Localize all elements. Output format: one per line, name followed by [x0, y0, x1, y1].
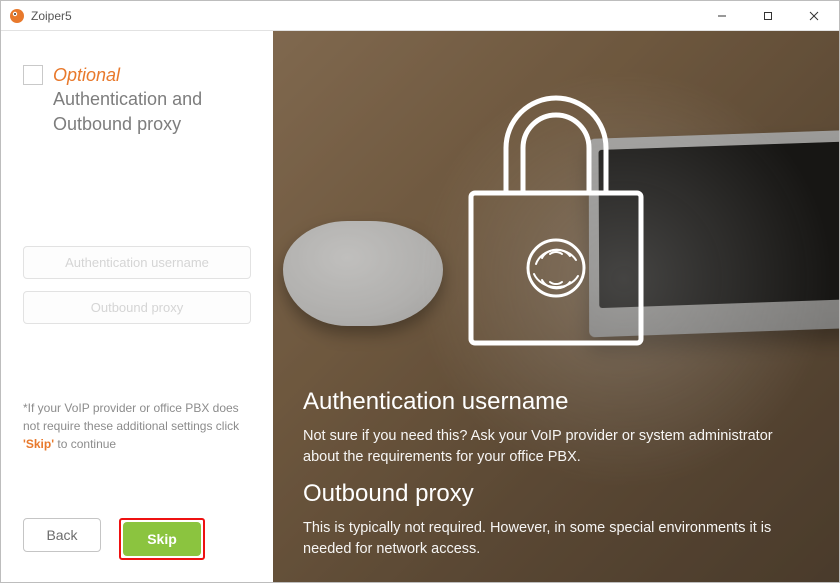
- hint-keyword: 'Skip': [23, 437, 54, 451]
- step-header: Optional Authentication and Outbound pro…: [23, 63, 251, 136]
- outbound-proxy-placeholder: Outbound proxy: [91, 300, 184, 315]
- info-para-proxy: This is typically not required. However,…: [303, 518, 809, 560]
- info-para-auth: Not sure if you need this? Ask your VoIP…: [303, 426, 809, 468]
- app-window: Zoiper5 Optional Authentication and Outb…: [0, 0, 840, 583]
- auth-username-input[interactable]: Authentication username: [23, 246, 251, 279]
- skip-highlight: Skip: [119, 518, 205, 560]
- window-controls: [699, 1, 837, 30]
- outbound-proxy-input[interactable]: Outbound proxy: [23, 291, 251, 324]
- left-panel: Optional Authentication and Outbound pro…: [1, 31, 273, 582]
- hint-text: *If your VoIP provider or office PBX doe…: [23, 399, 251, 453]
- step-title: Optional Authentication and Outbound pro…: [53, 63, 251, 136]
- skip-button[interactable]: Skip: [123, 522, 201, 556]
- back-button[interactable]: Back: [23, 518, 101, 552]
- optional-checkbox[interactable]: [23, 65, 43, 85]
- minimize-button[interactable]: [699, 1, 745, 30]
- step-subtitle: Authentication and Outbound proxy: [53, 89, 202, 133]
- hint-prefix: *If your VoIP provider or office PBX doe…: [23, 401, 239, 433]
- info-heading-proxy: Outbound proxy: [303, 480, 809, 508]
- back-button-label: Back: [46, 527, 77, 543]
- lock-icon: [451, 63, 661, 368]
- info-heading-auth: Authentication username: [303, 388, 809, 416]
- optional-label: Optional: [53, 65, 120, 85]
- auth-username-placeholder: Authentication username: [65, 255, 209, 270]
- app-icon: [9, 8, 25, 24]
- footer-buttons: Back Skip: [23, 498, 251, 560]
- skip-button-label: Skip: [147, 531, 177, 547]
- hint-suffix: to continue: [54, 437, 116, 451]
- right-panel: Authentication username Not sure if you …: [273, 31, 839, 582]
- title-bar: Zoiper5: [1, 1, 839, 31]
- close-button[interactable]: [791, 1, 837, 30]
- content: Optional Authentication and Outbound pro…: [1, 31, 839, 582]
- window-title: Zoiper5: [31, 9, 699, 23]
- mouse-graphic: [283, 221, 443, 326]
- maximize-button[interactable]: [745, 1, 791, 30]
- info-text: Authentication username Not sure if you …: [303, 376, 809, 560]
- inputs-group: Authentication username Outbound proxy: [23, 246, 251, 324]
